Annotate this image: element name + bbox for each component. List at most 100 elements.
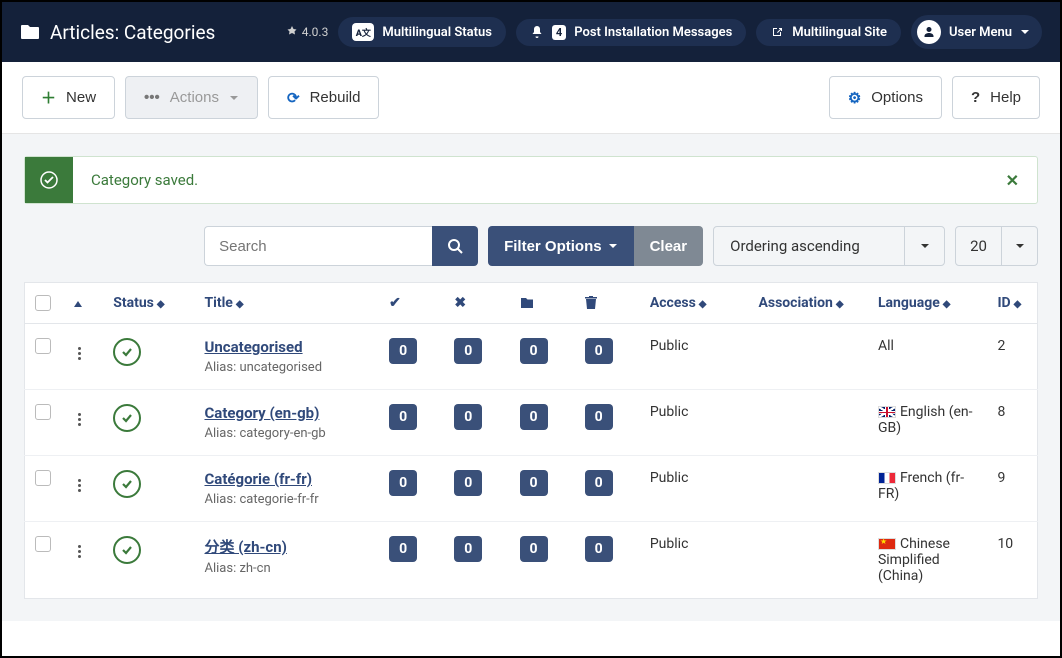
drag-handle[interactable] <box>74 343 85 364</box>
notifications-chip[interactable]: 4 Post Installation Messages <box>516 19 746 46</box>
search-button[interactable] <box>432 226 478 266</box>
row-checkbox[interactable] <box>35 536 51 552</box>
ordering-value: Ordering ascending <box>714 227 904 265</box>
table-row: Category (en-gb) Alias: category-en-gb 0… <box>25 390 1038 456</box>
options-button[interactable]: ⚙ Options <box>829 76 942 119</box>
ordering-select[interactable]: Ordering ascending <box>713 226 945 266</box>
unpublished-count[interactable]: 0 <box>454 338 482 364</box>
help-button[interactable]: ? Help <box>952 76 1040 119</box>
row-checkbox[interactable] <box>35 404 51 420</box>
limit-select[interactable]: 20 <box>955 226 1038 266</box>
trashed-count[interactable]: 0 <box>585 338 613 364</box>
trashed-count[interactable]: 0 <box>585 404 613 430</box>
category-alias: Alias: zh-cn <box>204 561 369 576</box>
bell-icon <box>530 25 544 39</box>
drag-handle[interactable] <box>74 541 85 562</box>
language-value: All <box>868 324 987 390</box>
plus-icon: ＋ <box>41 87 56 108</box>
col-status[interactable]: Status◆ <box>103 283 194 324</box>
category-alias: Alias: uncategorised <box>204 360 369 375</box>
top-header: Articles: Categories 4.0.3 A文 Multilingu… <box>2 2 1060 62</box>
status-published-icon[interactable] <box>113 536 141 564</box>
chevron-down-icon <box>608 241 618 251</box>
status-published-icon[interactable] <box>113 470 141 498</box>
published-count[interactable]: 0 <box>389 536 417 562</box>
col-id[interactable]: ID◆ <box>987 283 1037 324</box>
version-label: 4.0.3 <box>286 25 329 39</box>
rebuild-button[interactable]: ⟳ Rebuild <box>268 76 379 119</box>
id-value: 10 <box>987 522 1037 599</box>
gear-icon: ⚙ <box>848 89 861 107</box>
toolbar: ＋ New ••• Actions ⟳ Rebuild ⚙ Options ? … <box>2 62 1060 134</box>
access-value: Public <box>640 390 749 456</box>
col-language[interactable]: Language◆ <box>868 283 987 324</box>
chevron-down-icon <box>1001 227 1037 265</box>
archived-count[interactable]: 0 <box>520 404 548 430</box>
multilingual-site-chip[interactable]: Multilingual Site <box>756 19 901 46</box>
published-count[interactable]: 0 <box>389 404 417 430</box>
id-value: 8 <box>987 390 1037 456</box>
check-icon[interactable]: ✔ <box>389 295 401 311</box>
translate-icon: A文 <box>352 23 374 41</box>
col-title[interactable]: Title◆ <box>194 283 379 324</box>
archived-count[interactable]: 0 <box>520 536 548 562</box>
select-all-checkbox[interactable] <box>35 295 51 311</box>
archive-icon[interactable] <box>520 297 565 309</box>
avatar-icon <box>917 20 941 44</box>
filter-buttons: Filter Options Clear <box>488 226 703 266</box>
row-checkbox[interactable] <box>35 338 51 354</box>
chevron-down-icon <box>1020 27 1030 37</box>
header-actions: 4.0.3 A文 Multilingual Status 4 Post Inst… <box>286 15 1042 49</box>
status-published-icon[interactable] <box>113 338 141 366</box>
limit-value: 20 <box>956 227 1001 265</box>
actions-button[interactable]: ••• Actions <box>125 76 258 119</box>
unpublished-count[interactable]: 0 <box>454 536 482 562</box>
status-published-icon[interactable] <box>113 404 141 432</box>
categories-table: Status◆ Title◆ ✔ ✖ Access◆ Association◆ … <box>24 282 1038 599</box>
flag-icon <box>878 538 896 550</box>
unpublished-count[interactable]: 0 <box>454 404 482 430</box>
trashed-count[interactable]: 0 <box>585 470 613 496</box>
language-value: Chinese Simplified (China) <box>868 522 987 599</box>
filter-bar: Filter Options Clear Ordering ascending … <box>24 226 1038 266</box>
archived-count[interactable]: 0 <box>520 470 548 496</box>
check-circle-icon <box>25 157 73 203</box>
row-checkbox[interactable] <box>35 470 51 486</box>
refresh-icon: ⟳ <box>287 89 300 107</box>
association-value <box>748 522 867 599</box>
search-input[interactable] <box>204 226 432 266</box>
trashed-count[interactable]: 0 <box>585 536 613 562</box>
drag-handle[interactable] <box>74 475 85 496</box>
published-count[interactable]: 0 <box>389 470 417 496</box>
page-title-wrap: Articles: Categories <box>20 21 286 44</box>
category-title-link[interactable]: Category (en-gb) <box>204 404 319 422</box>
multilingual-status-chip[interactable]: A文 Multilingual Status <box>338 17 506 47</box>
sort-ordering-icon[interactable] <box>74 301 82 307</box>
search-icon <box>447 238 463 254</box>
trash-icon[interactable] <box>585 296 630 310</box>
category-title-link[interactable]: 分类 (zh-cn) <box>204 538 286 556</box>
category-title-link[interactable]: Catégorie (fr-fr) <box>204 470 312 488</box>
association-value <box>748 390 867 456</box>
id-value: 2 <box>987 324 1037 390</box>
category-title-link[interactable]: Uncategorised <box>204 338 302 356</box>
clear-button[interactable]: Clear <box>634 226 704 266</box>
col-association[interactable]: Association◆ <box>748 283 867 324</box>
unpublished-count[interactable]: 0 <box>454 470 482 496</box>
table-row: 分类 (zh-cn) Alias: zh-cn 0 0 0 0 Public C… <box>25 522 1038 599</box>
alert-close-button[interactable]: ✕ <box>988 171 1037 190</box>
filter-options-button[interactable]: Filter Options <box>488 226 634 266</box>
col-access[interactable]: Access◆ <box>640 283 749 324</box>
access-value: Public <box>640 522 749 599</box>
x-icon[interactable]: ✖ <box>454 295 466 311</box>
archived-count[interactable]: 0 <box>520 338 548 364</box>
chevron-down-icon <box>229 93 239 103</box>
published-count[interactable]: 0 <box>389 338 417 364</box>
search-group <box>204 226 478 266</box>
folder-icon <box>20 23 40 41</box>
new-button[interactable]: ＋ New <box>22 76 115 119</box>
joomla-icon <box>286 26 298 38</box>
drag-handle[interactable] <box>74 409 85 430</box>
user-menu[interactable]: User Menu <box>911 15 1042 49</box>
page-title: Articles: Categories <box>50 21 215 44</box>
